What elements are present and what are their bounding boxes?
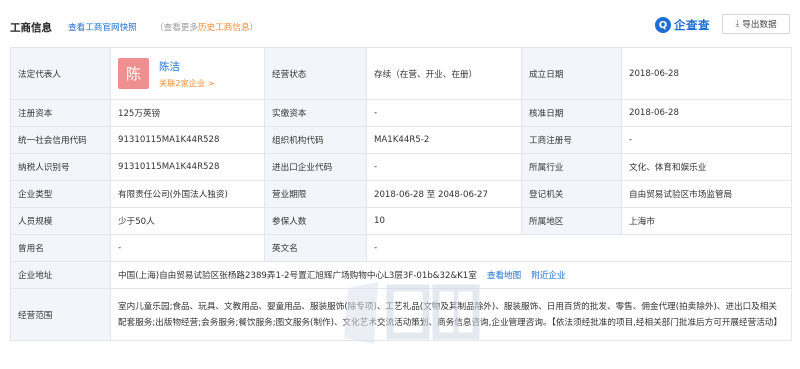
enname-label: 英文名: [264, 234, 367, 262]
formername-label: 曾用名: [10, 234, 111, 262]
term-value: 2018-06-28 至 2048-06-27: [366, 180, 522, 208]
nearby-companies-link[interactable]: 附近企业: [531, 271, 565, 281]
legal-rep-label: 法定代表人: [10, 47, 111, 100]
impexp-label: 进出口企业代码: [264, 153, 367, 181]
table-row: 企业类型 有限责任公司(外国法人独资) 营业期限 2018-06-28 至 20…: [10, 180, 792, 208]
address-label: 企业地址: [10, 261, 111, 289]
founded-label: 成立日期: [521, 47, 622, 100]
insured-value: 10: [366, 207, 522, 235]
taxid-value: 91310115MA1K44R528: [110, 153, 265, 181]
avatar: 陈: [118, 58, 149, 89]
insured-label: 参保人数: [264, 207, 367, 235]
export-label: 导出数据: [742, 20, 777, 30]
history-note: （查看更多历史工商信息）: [155, 23, 259, 33]
regno-value: -: [621, 126, 792, 154]
industry-value: 文化、体育和娱乐业: [621, 153, 792, 181]
orgcode-value: MA1K44R5-2: [366, 126, 522, 154]
official-snapshot-link[interactable]: 查看工商官网快照: [68, 21, 137, 33]
region-label: 所属地区: [521, 207, 622, 235]
section-header: 工商信息 查看工商官网快照 （查看更多历史工商信息） Q 企查查 ⤓ 导出数据: [0, 0, 800, 44]
term-label: 营业期限: [264, 180, 367, 208]
qichacha-logo-icon: Q: [655, 17, 671, 33]
view-map-link[interactable]: 查看地图: [487, 271, 521, 281]
brand-text: 企查查: [674, 18, 710, 32]
business-info-table: 法定代表人 陈 陈洁 关联2家企业 > 经营状态 存续（在营、开业、在册） 成立…: [10, 47, 792, 341]
address-value: 中国(上海)自由贸易试验区张杨路2389弄1-2号置汇旭辉广场购物中心L3层3F…: [118, 271, 477, 281]
history-link[interactable]: 历史工商信息: [198, 23, 250, 33]
related-companies-link[interactable]: 关联2家企业 >: [159, 77, 215, 89]
legal-rep-name[interactable]: 陈洁: [159, 59, 215, 74]
table-row: 经营范围 室内儿童乐园;食品、玩具、文教用品、婴童用品、服装服饰(除专项)、工艺…: [10, 288, 792, 341]
table-row: 纳税人识别号 91310115MA1K44R528 进出口企业代码 - 所属行业…: [10, 153, 792, 181]
staff-value: 少于50人: [110, 207, 265, 235]
status-label: 经营状态: [264, 47, 367, 100]
uscc-label: 统一社会信用代码: [10, 126, 111, 154]
industry-label: 所属行业: [521, 153, 622, 181]
address-cell: 中国(上海)自由贸易试验区张杨路2389弄1-2号置汇旭辉广场购物中心L3层3F…: [110, 261, 792, 289]
paidin-label: 实缴资本: [264, 99, 367, 127]
status-value: 存续（在营、开业、在册）: [366, 47, 522, 100]
staff-label: 人员规模: [10, 207, 111, 235]
type-label: 企业类型: [10, 180, 111, 208]
type-value: 有限责任公司(外国法人独资): [110, 180, 265, 208]
table-row: 曾用名 - 英文名 -: [10, 234, 792, 262]
table-row: 企业地址 中国(上海)自由贸易试验区张杨路2389弄1-2号置汇旭辉广场购物中心…: [10, 261, 792, 289]
export-button[interactable]: ⤓ 导出数据: [722, 14, 790, 34]
uscc-value: 91310115MA1K44R528: [110, 126, 265, 154]
table-row: 法定代表人 陈 陈洁 关联2家企业 > 经营状态 存续（在营、开业、在册） 成立…: [10, 47, 792, 100]
region-value: 上海市: [621, 207, 792, 235]
table-row: 人员规模 少于50人 参保人数 10 所属地区 上海市: [10, 207, 792, 235]
table-row: 统一社会信用代码 91310115MA1K44R528 组织机构代码 MA1K4…: [10, 126, 792, 154]
authority-value: 自由贸易试验区市场监管局: [621, 180, 792, 208]
taxid-label: 纳税人识别号: [10, 153, 111, 181]
download-icon: ⤓: [735, 19, 740, 29]
founded-value: 2018-06-28: [621, 47, 792, 100]
scope-value: 室内儿童乐园;食品、玩具、文教用品、婴童用品、服装服饰(除专项)、工艺礼品(文物…: [110, 288, 792, 341]
authority-label: 登记机关: [521, 180, 622, 208]
approval-value: 2018-06-28: [621, 99, 792, 127]
scope-label: 经营范围: [10, 288, 111, 341]
orgcode-label: 组织机构代码: [264, 126, 367, 154]
table-row: 注册资本 125万英镑 实缴资本 - 核准日期 2018-06-28: [10, 99, 792, 127]
approval-label: 核准日期: [521, 99, 622, 127]
capital-label: 注册资本: [10, 99, 111, 127]
section-title: 工商信息: [10, 22, 52, 34]
formername-value: -: [110, 234, 265, 262]
regno-label: 工商注册号: [521, 126, 622, 154]
enname-value: -: [366, 234, 792, 262]
legal-rep-cell: 陈 陈洁 关联2家企业 >: [110, 47, 265, 100]
capital-value: 125万英镑: [110, 99, 265, 127]
impexp-value: -: [366, 153, 522, 181]
paidin-value: -: [366, 99, 522, 127]
brand-logo: Q 企查查: [655, 16, 710, 34]
